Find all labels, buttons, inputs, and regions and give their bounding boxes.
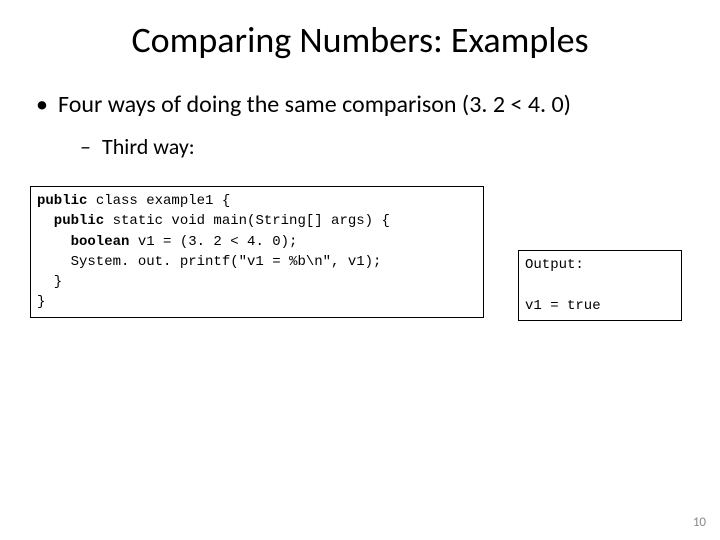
- output-line: Output:: [525, 257, 584, 273]
- code-text: v1 = (3. 2 < 4. 0);: [129, 234, 297, 250]
- output-line: v1 = true: [525, 298, 601, 314]
- code-keyword: boolean: [37, 234, 129, 250]
- code-text: }: [37, 294, 45, 310]
- page-number: 10: [693, 515, 706, 530]
- output-block: Output: v1 = true: [518, 250, 682, 321]
- code-block: public class example1 { public static vo…: [30, 186, 484, 318]
- slide-title: Comparing Numbers: Examples: [0, 0, 720, 62]
- code-keyword: public: [37, 213, 104, 229]
- code-keyword: public: [37, 193, 87, 209]
- code-text: class example1 {: [87, 193, 230, 209]
- code-text: System. out. printf("v1 = %b\n", v1);: [37, 254, 381, 270]
- bullet-level-1: Four ways of doing the same comparison (…: [36, 90, 720, 119]
- bullet-level-2: Third way:: [80, 133, 720, 160]
- code-text: }: [37, 274, 62, 290]
- code-text: static void main(String[] args) {: [104, 213, 390, 229]
